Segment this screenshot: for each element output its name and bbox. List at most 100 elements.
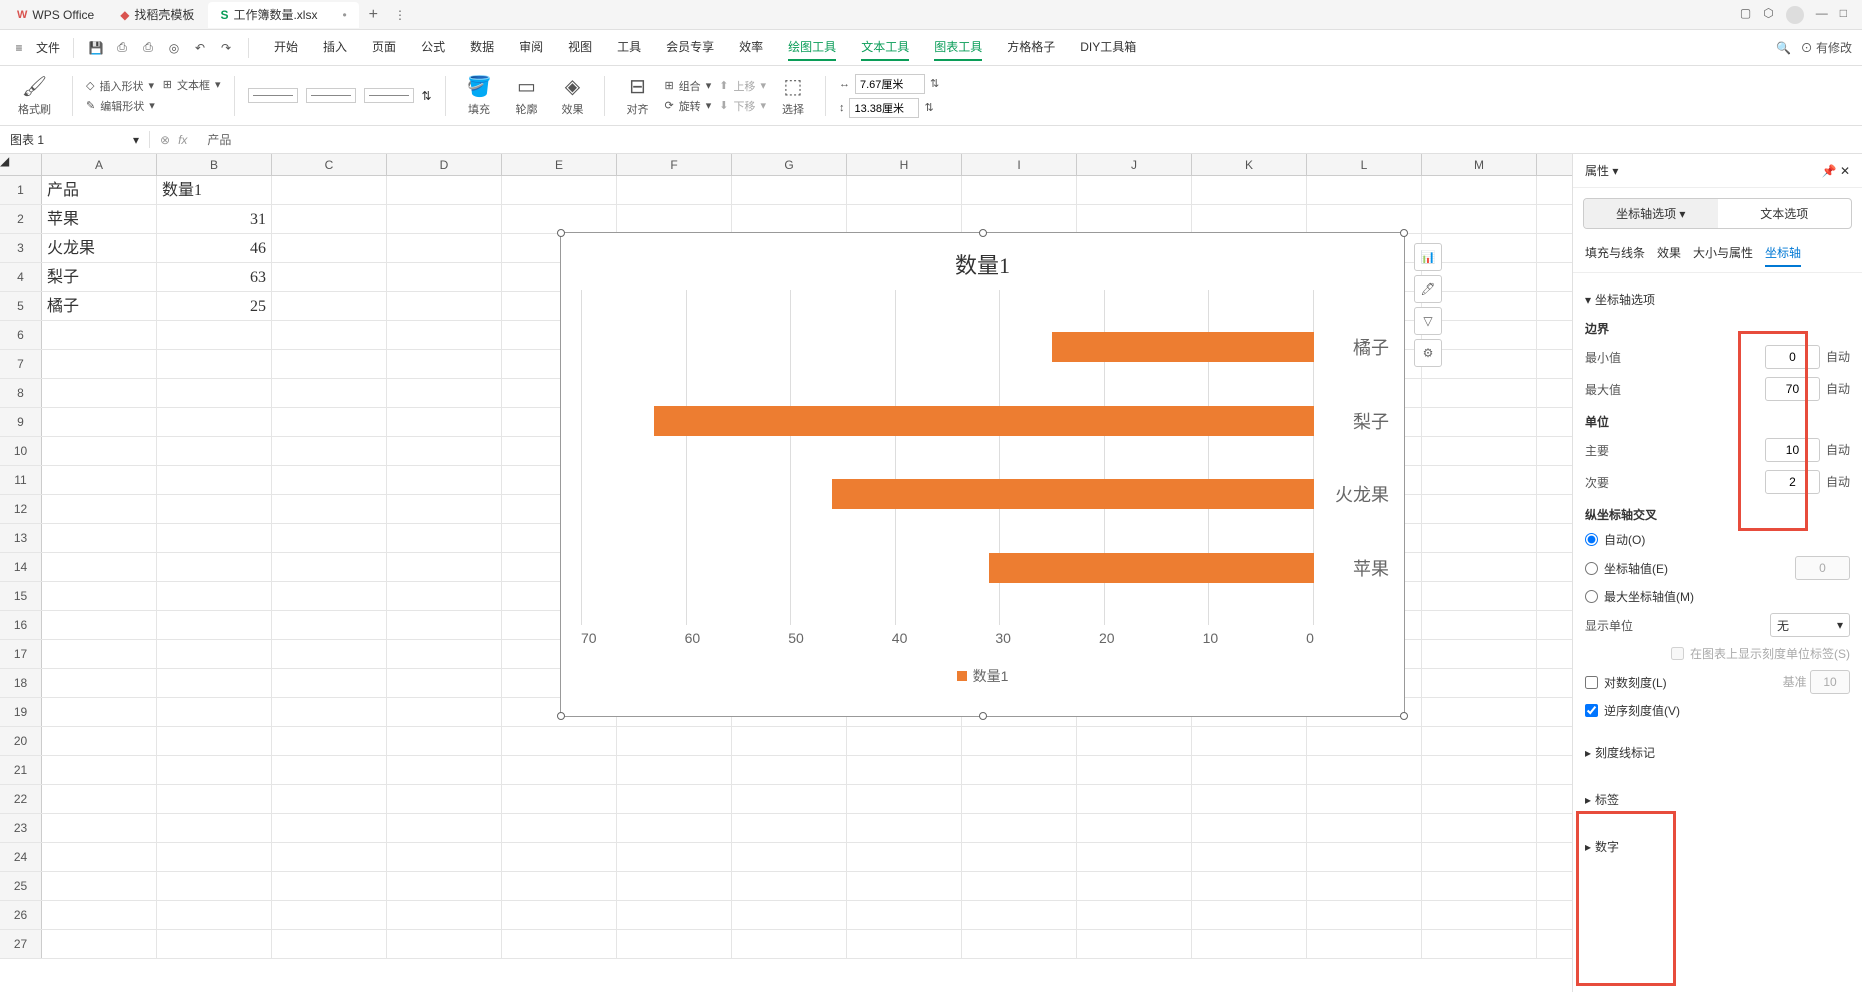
cell[interactable]	[387, 176, 502, 204]
cell[interactable]	[157, 408, 272, 436]
cell[interactable]	[387, 611, 502, 639]
chart-styles-icon[interactable]: 🖊	[1414, 275, 1442, 303]
cell[interactable]	[387, 205, 502, 233]
cell[interactable]	[387, 408, 502, 436]
row-header[interactable]: 18	[0, 669, 42, 697]
width-input[interactable]	[855, 74, 925, 94]
cell[interactable]	[387, 814, 502, 842]
cell[interactable]	[272, 205, 387, 233]
window-icon[interactable]: ▢	[1740, 6, 1751, 24]
bar[interactable]	[832, 479, 1314, 509]
cell[interactable]	[1077, 901, 1192, 929]
cell[interactable]	[387, 495, 502, 523]
cell[interactable]	[272, 930, 387, 958]
bar[interactable]	[654, 406, 1314, 436]
cell[interactable]	[42, 495, 157, 523]
col-header-L[interactable]: L	[1307, 154, 1422, 175]
cell[interactable]	[1307, 785, 1422, 813]
cell[interactable]	[42, 872, 157, 900]
undo-icon[interactable]: ↶	[191, 39, 209, 57]
cell[interactable]	[617, 814, 732, 842]
cell[interactable]	[1192, 785, 1307, 813]
cell[interactable]	[502, 901, 617, 929]
row-header[interactable]: 1	[0, 176, 42, 204]
cell[interactable]	[42, 814, 157, 842]
cell[interactable]	[1192, 901, 1307, 929]
cell[interactable]	[617, 901, 732, 929]
cell[interactable]	[502, 176, 617, 204]
cell[interactable]	[272, 582, 387, 610]
cell[interactable]	[732, 727, 847, 755]
chart-filter-icon[interactable]: ▽	[1414, 307, 1442, 335]
cell[interactable]	[962, 930, 1077, 958]
row-header[interactable]: 16	[0, 611, 42, 639]
cell[interactable]	[617, 930, 732, 958]
cell[interactable]	[387, 466, 502, 494]
pin-icon[interactable]: 📌	[1822, 164, 1837, 178]
cell[interactable]	[732, 872, 847, 900]
style-dropdown[interactable]: ⇅	[422, 89, 432, 103]
cell[interactable]	[157, 321, 272, 349]
cell[interactable]	[1422, 408, 1537, 436]
row-header[interactable]: 14	[0, 553, 42, 581]
cell[interactable]	[387, 930, 502, 958]
cell[interactable]	[157, 901, 272, 929]
line-style-1[interactable]	[248, 88, 298, 103]
cell[interactable]	[272, 698, 387, 726]
cell[interactable]	[272, 495, 387, 523]
row-header[interactable]: 25	[0, 872, 42, 900]
resize-handle[interactable]	[979, 229, 987, 237]
tab-axis-options[interactable]: 坐标轴选项 ▾	[1584, 199, 1718, 228]
row-header[interactable]: 21	[0, 756, 42, 784]
cell[interactable]	[732, 930, 847, 958]
cell[interactable]	[42, 408, 157, 436]
cell[interactable]	[1077, 872, 1192, 900]
cell[interactable]	[272, 814, 387, 842]
row-header[interactable]: 27	[0, 930, 42, 958]
cell[interactable]	[387, 379, 502, 407]
move-up-button[interactable]: ⬆ 上移 ▾	[719, 78, 766, 94]
bar[interactable]	[989, 553, 1314, 583]
chart-elements-icon[interactable]: 📊	[1414, 243, 1442, 271]
cell[interactable]	[42, 611, 157, 639]
cell[interactable]	[617, 205, 732, 233]
cell[interactable]	[962, 901, 1077, 929]
cell[interactable]	[1307, 814, 1422, 842]
cell[interactable]	[1077, 727, 1192, 755]
cell[interactable]	[42, 756, 157, 784]
row-header[interactable]: 13	[0, 524, 42, 552]
reverse-check[interactable]	[1585, 704, 1598, 717]
cell[interactable]	[732, 756, 847, 784]
group-button[interactable]: ⊞ 组合 ▾	[664, 78, 711, 94]
cell[interactable]	[1422, 524, 1537, 552]
cell[interactable]	[42, 698, 157, 726]
tab-text-options[interactable]: 文本选项	[1718, 199, 1852, 228]
col-header-F[interactable]: F	[617, 154, 732, 175]
search-icon[interactable]: 🔍	[1775, 39, 1793, 57]
cell[interactable]	[847, 176, 962, 204]
cell[interactable]	[732, 814, 847, 842]
cell[interactable]	[387, 872, 502, 900]
chart-title[interactable]: 数量1	[561, 233, 1404, 290]
cell[interactable]	[1077, 176, 1192, 204]
cell[interactable]	[1422, 901, 1537, 929]
cell[interactable]	[847, 756, 962, 784]
cell[interactable]	[157, 872, 272, 900]
cell[interactable]	[1422, 205, 1537, 233]
cell[interactable]	[617, 785, 732, 813]
fx-icon[interactable]: fx	[178, 133, 187, 147]
cell[interactable]	[272, 176, 387, 204]
fx-cancel-icon[interactable]: ⊗	[160, 133, 170, 147]
resize-handle[interactable]	[557, 229, 565, 237]
cell[interactable]	[847, 814, 962, 842]
cell[interactable]	[387, 727, 502, 755]
cell[interactable]: 火龙果	[42, 234, 157, 262]
cell[interactable]	[272, 553, 387, 581]
cell[interactable]	[1307, 930, 1422, 958]
line-style-2[interactable]	[306, 88, 356, 103]
row-header[interactable]: 23	[0, 814, 42, 842]
save-icon[interactable]: 💾	[87, 39, 105, 57]
cell[interactable]	[1422, 698, 1537, 726]
cell[interactable]	[847, 930, 962, 958]
cell[interactable]	[1307, 756, 1422, 784]
